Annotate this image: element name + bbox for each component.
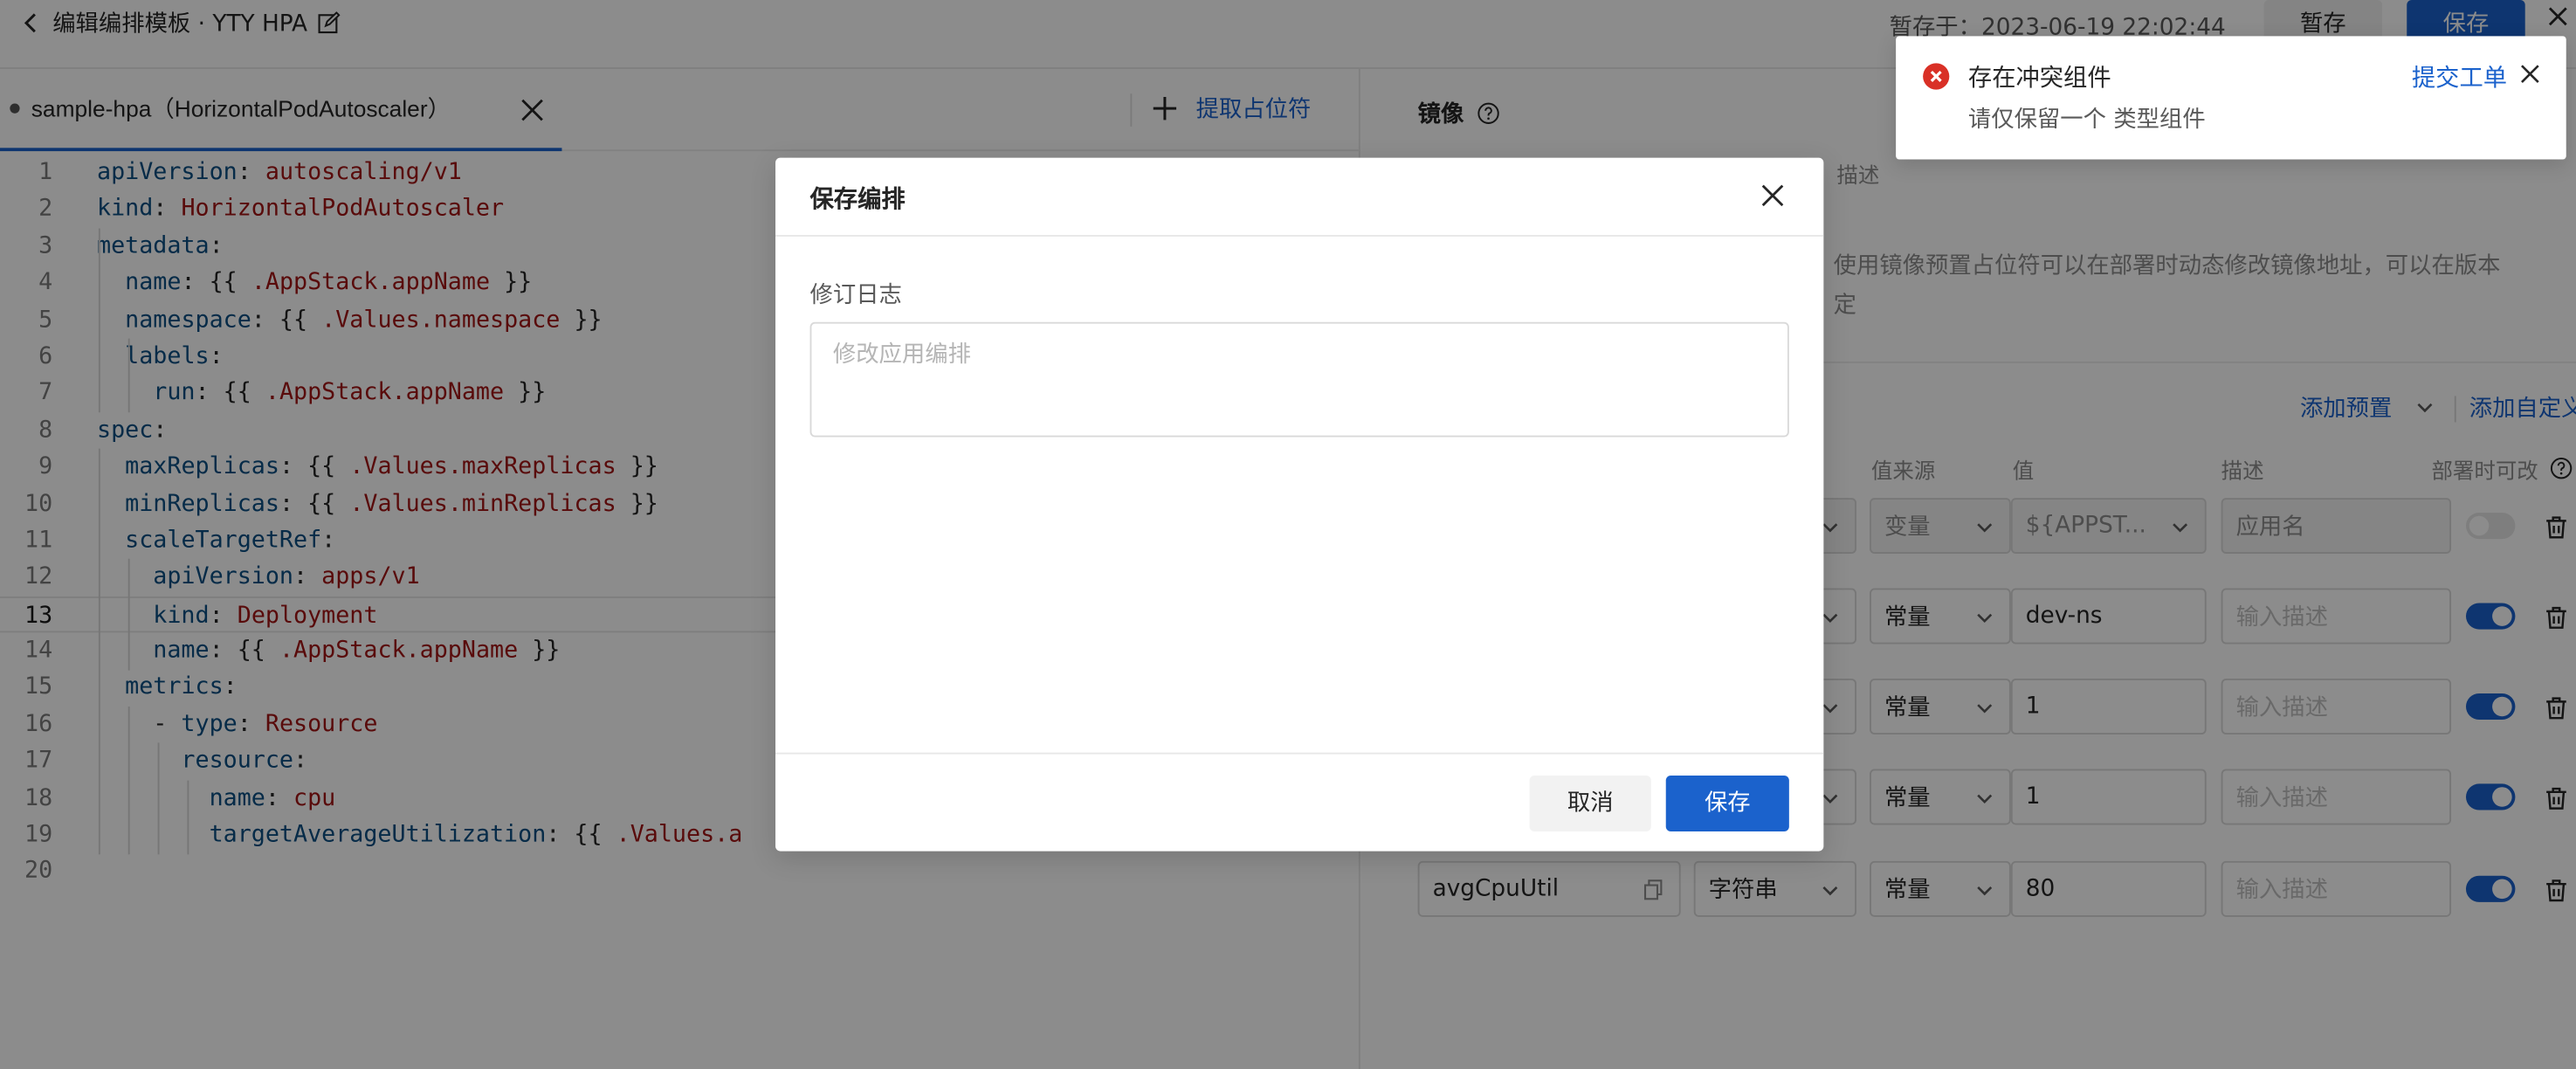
submit-ticket-link[interactable]: 提交工单: [2412, 59, 2507, 94]
notification-description: 请仅保留一个 类型组件: [1967, 107, 2206, 134]
conflict-notification: 存在冲突组件 请仅保留一个 类型组件 提交工单: [1896, 36, 2566, 160]
close-icon[interactable]: [1758, 181, 1787, 210]
notification-title: 存在冲突组件: [1967, 66, 2111, 93]
revision-log-input[interactable]: [809, 321, 1789, 438]
cancel-button[interactable]: 取消: [1529, 776, 1651, 831]
close-icon[interactable]: [2518, 62, 2541, 85]
error-icon: [1923, 63, 1950, 90]
dialog-footer: 取消 保存: [775, 752, 1824, 852]
dialog-header: 保存编排: [775, 158, 1824, 237]
save-button[interactable]: 保存: [1665, 776, 1789, 831]
revision-log-label: 修订日志: [809, 282, 902, 309]
dialog-title: 保存编排: [809, 187, 906, 214]
save-dialog: 保存编排 修订日志 取消 保存: [775, 157, 1824, 852]
